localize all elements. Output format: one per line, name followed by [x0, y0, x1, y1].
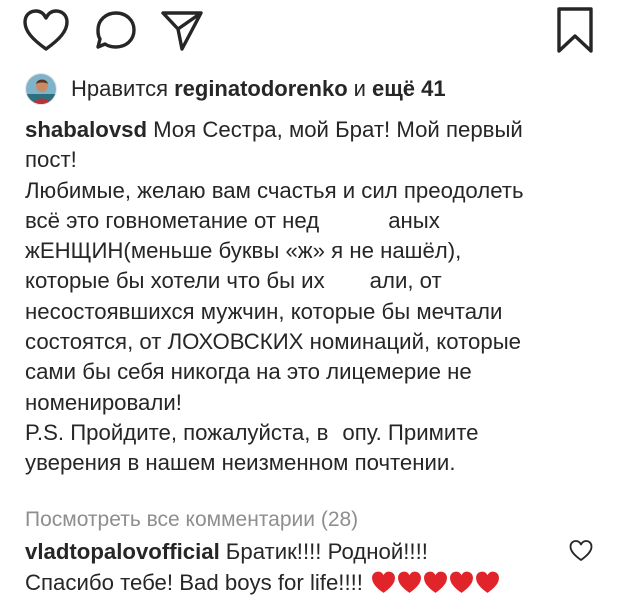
- save-bookmark-icon[interactable]: [555, 6, 595, 54]
- red-heart-emoji-icon: [398, 571, 421, 593]
- heart-emojis: [371, 571, 501, 603]
- comment-bubble-icon[interactable]: [94, 9, 138, 53]
- caption-text: аных: [388, 207, 440, 233]
- caption-line: которые бы хотели что бы их али, от: [25, 266, 605, 296]
- caption-text: опу. Примите: [342, 419, 479, 445]
- caption-text: которые бы хотели что бы их: [25, 268, 325, 294]
- caption-line: несостоявшихся мужчин, которые бы мечтал…: [25, 298, 503, 324]
- comment-text: Братик!!!! Родной!!!!: [225, 539, 428, 564]
- red-heart-emoji-icon: [424, 571, 447, 593]
- comment-line: vladtopalovofficial Братик!!!! Родной!!!!: [25, 537, 565, 568]
- share-paper-plane-icon[interactable]: [160, 9, 204, 53]
- caption-line: всё это говнометание от нед аных: [25, 206, 605, 236]
- caption-username[interactable]: shabalovsd: [25, 117, 147, 142]
- red-heart-emoji-icon: [372, 571, 395, 593]
- liker-username[interactable]: reginatodorenko: [174, 76, 348, 102]
- likes-conjunction: и: [353, 76, 366, 101]
- caption-text: P.S. Пройдите, пожалуйста, в: [25, 419, 329, 445]
- liker-avatar[interactable]: [25, 73, 57, 105]
- caption-line: P.S. Пройдите, пожалуйста, в опу. Примите: [25, 418, 605, 448]
- comment-username[interactable]: vladtopalovofficial: [25, 539, 220, 564]
- caption-line: уверения в нашем неизменном почтении.: [25, 450, 456, 476]
- caption-line: сами бы себя никогда на это лицемерие не: [25, 359, 472, 385]
- comment-text: Спасибо тебе! Bad boys for life!!!!: [25, 569, 363, 595]
- likes-row: Нравится reginatodorenko и ещё 41: [25, 72, 446, 106]
- caption-text: всё это говнометание от нед: [25, 207, 320, 233]
- caption-line: состоятся, от ЛОХОВСКИХ номинаций, котор…: [25, 329, 521, 355]
- caption-line: Любимые, желаю вам счастья и сил преодол…: [25, 177, 524, 203]
- comment-like-heart-icon[interactable]: [569, 540, 593, 567]
- caption-line: shabalovsd Моя Сестра, мой Брат! Мой перв…: [25, 115, 605, 145]
- caption-line: пост!: [25, 147, 77, 173]
- caption-line: жЕНЩИН(меньше буквы «ж» я не нашёл),: [25, 238, 462, 264]
- action-bar: [0, 0, 620, 60]
- view-all-comments-link[interactable]: Посмотреть все комментарии (28): [25, 505, 358, 535]
- post-caption: shabalovsd Моя Сестра, мой Брат! Мой перв…: [25, 115, 605, 479]
- red-heart-emoji-icon: [450, 571, 473, 593]
- likes-others-count[interactable]: ещё 41: [372, 76, 446, 102]
- caption-text: али, от: [369, 268, 442, 294]
- caption-line: номенировали!: [25, 389, 182, 415]
- comment-line: Спасибо тебе! Bad boys for life!!!!: [25, 568, 565, 599]
- red-heart-emoji-icon: [476, 571, 499, 593]
- comment-item: vladtopalovofficial Братик!!!! Родной!!!!…: [25, 537, 565, 598]
- caption-text: Моя Сестра, мой Брат! Мой первый: [153, 117, 523, 142]
- like-heart-icon[interactable]: [22, 9, 70, 53]
- likes-prefix: Нравится: [71, 76, 169, 101]
